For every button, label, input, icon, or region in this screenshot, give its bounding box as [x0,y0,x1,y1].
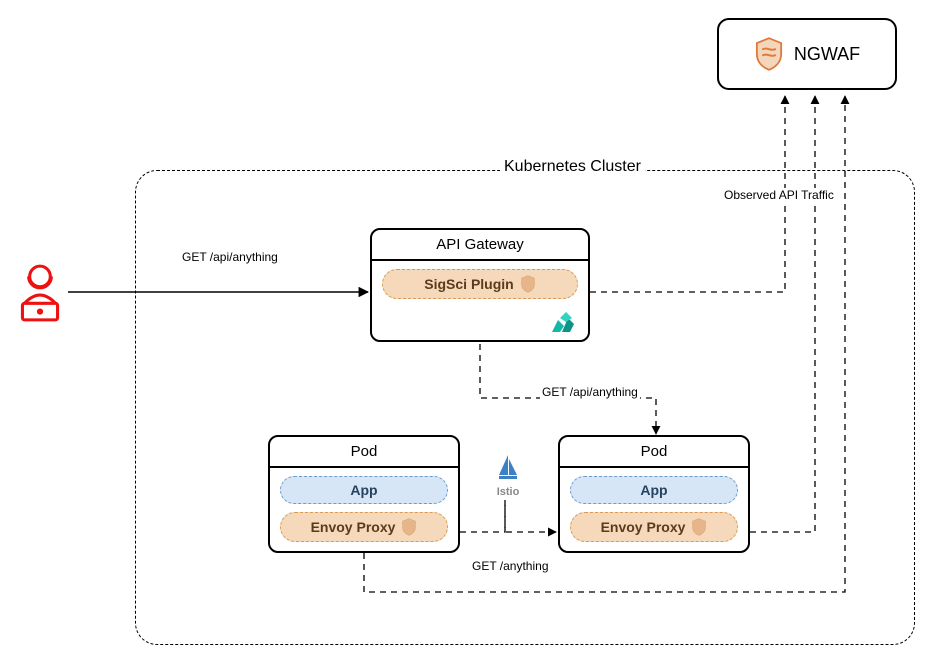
sail-icon [497,455,519,481]
attacker-icon [14,262,66,324]
pod-left-title: Pod [270,437,458,468]
edge-label-pod-pod: GET /anything [470,559,551,573]
api-gateway-title: API Gateway [372,230,588,261]
edge-label-user-gateway: GET /api/anything [180,250,280,264]
pod-right-app-pill: App [570,476,738,504]
ngwaf-node: NGWAF [717,18,897,90]
shield-icon [754,37,784,71]
observed-traffic-label: Observed API Traffic [722,188,836,202]
pod-left-node: Pod App Envoy Proxy [268,435,460,553]
cluster-label: Kubernetes Cluster [500,158,645,176]
sigsci-plugin-label: SigSci Plugin [424,276,513,292]
pod-left-envoy-label: Envoy Proxy [311,519,396,535]
edge-label-gateway-pod: GET /api/anything [540,385,640,399]
kong-gorilla-icon [550,312,576,334]
pod-left-app-label: App [350,482,377,498]
shield-icon [401,518,417,536]
istio-node: Istio [488,455,528,498]
pod-left-app-pill: App [280,476,448,504]
pod-right-envoy-pill: Envoy Proxy [570,512,738,542]
pod-right-envoy-label: Envoy Proxy [601,519,686,535]
shield-icon [520,275,536,293]
pod-right-app-label: App [640,482,667,498]
istio-label: Istio [488,486,528,498]
shield-icon [691,518,707,536]
pod-right-node: Pod App Envoy Proxy [558,435,750,553]
sigsci-plugin-pill: SigSci Plugin [382,269,578,299]
pod-left-envoy-pill: Envoy Proxy [280,512,448,542]
api-gateway-node: API Gateway SigSci Plugin [370,228,590,342]
pod-right-title: Pod [560,437,748,468]
ngwaf-label: NGWAF [794,44,860,65]
